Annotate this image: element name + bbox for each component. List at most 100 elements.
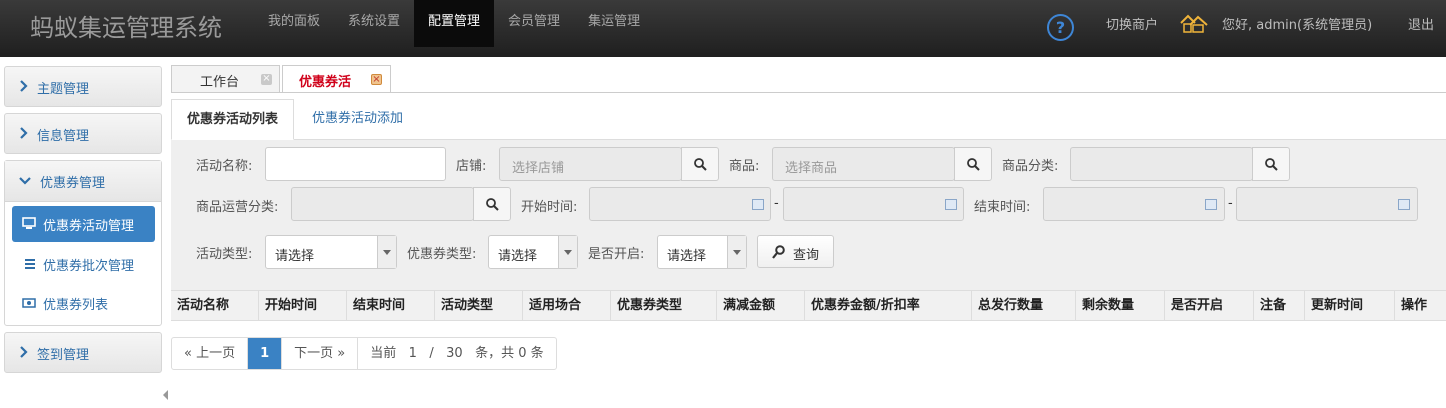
top-navbar: 蚂蚁集运管理系统 我的面板 系统设置 配置管理 会员管理 集运管理 ? 切换商户… — [0, 0, 1446, 57]
sidebar-group-label: 优惠券管理 — [40, 176, 106, 191]
activity-type-select[interactable]: 请选择 — [265, 235, 397, 269]
start-time-label: 开始时间: — [521, 200, 578, 215]
nav-item-consolidation-management[interactable]: 集运管理 — [574, 0, 654, 47]
product-label: 商品: — [729, 159, 760, 174]
column-header: 是否开启 — [1165, 291, 1254, 320]
column-header: 满减金额 — [717, 291, 805, 320]
nav-item-config-management[interactable]: 配置管理 — [414, 0, 495, 47]
logout-link[interactable]: 退出 — [1408, 14, 1434, 33]
chevron-down-icon — [377, 236, 396, 268]
sidebar-group-coupon-header[interactable]: 优惠券管理 — [5, 161, 161, 202]
column-header: 注备 — [1254, 291, 1305, 320]
chevron-down-icon — [727, 236, 746, 268]
column-header: 总发行数量 — [972, 291, 1076, 320]
list-icon — [25, 259, 35, 269]
column-header: 优惠券类型 — [611, 291, 717, 320]
chevron-right-icon — [20, 127, 28, 139]
search-icon — [772, 245, 785, 259]
product-category-search-button[interactable] — [1252, 147, 1290, 181]
sidebar-item-coupon-activity[interactable]: 优惠券活动管理 — [12, 206, 155, 242]
close-icon[interactable]: × — [261, 74, 272, 85]
activity-type-value: 请选择 — [275, 249, 315, 264]
column-header: 活动名称 — [171, 291, 259, 320]
prev-page-button[interactable]: « 上一页 — [172, 338, 249, 369]
main-content: 优惠券活动列表 优惠券活动添加 活动名称: 店铺: 选择店铺 商品: 选择商品 … — [171, 92, 1446, 408]
query-button[interactable]: 查询 — [757, 235, 834, 268]
store-input[interactable]: 选择店铺 — [499, 147, 682, 181]
product-input[interactable]: 选择商品 — [772, 147, 955, 181]
sidebar-item-label: 优惠券批次管理 — [43, 259, 135, 274]
tab-workbench[interactable]: 工作台 × — [171, 65, 280, 92]
column-header: 结束时间 — [347, 291, 435, 320]
chevron-right-icon — [20, 346, 28, 358]
subtab-activity-add[interactable]: 优惠券活动添加 — [297, 99, 418, 140]
coupon-type-value: 请选择 — [498, 249, 538, 264]
ops-category-input[interactable] — [291, 187, 474, 221]
start-time-from-input[interactable] — [589, 187, 771, 221]
nav-item-dashboard[interactable]: 我的面板 — [254, 0, 334, 47]
sub-tabs: 优惠券活动列表 优惠券活动添加 — [171, 99, 1446, 140]
nav-item-system-settings[interactable]: 系统设置 — [334, 0, 414, 47]
search-icon — [1265, 158, 1278, 171]
query-button-label: 查询 — [793, 248, 820, 263]
help-icon[interactable]: ? — [1047, 14, 1074, 41]
filter-panel: 活动名称: 店铺: 选择店铺 商品: 选择商品 商品分类: 商品运营分类: 开始… — [171, 140, 1446, 290]
user-greeting[interactable]: 您好, admin(系统管理员) — [1222, 14, 1372, 33]
is-enabled-value: 请选择 — [667, 249, 707, 264]
calendar-icon[interactable] — [1205, 199, 1217, 210]
ops-category-label: 商品运营分类: — [196, 200, 279, 215]
coupon-type-select[interactable]: 请选择 — [488, 235, 578, 269]
ops-category-search-button[interactable] — [473, 187, 511, 221]
page-info-slash: / — [429, 346, 434, 361]
store-search-button[interactable] — [681, 147, 719, 181]
end-time-from-input[interactable] — [1043, 187, 1225, 221]
subtab-activity-list[interactable]: 优惠券活动列表 — [171, 99, 295, 140]
chevron-down-icon — [19, 177, 31, 185]
home-logo-icon[interactable] — [1180, 13, 1208, 33]
search-icon — [967, 158, 980, 171]
page-info-current: 1 — [408, 346, 417, 361]
main-nav: 我的面板 系统设置 配置管理 会员管理 集运管理 — [254, 0, 654, 47]
sidebar-group-theme[interactable]: 主题管理 — [4, 66, 162, 107]
is-enabled-select[interactable]: 请选择 — [657, 235, 747, 269]
store-placeholder: 选择店铺 — [512, 161, 565, 176]
end-time-to-input[interactable] — [1236, 187, 1418, 221]
sidebar-item-coupon-batch[interactable]: 优惠券批次管理 — [12, 246, 155, 282]
column-header: 活动类型 — [435, 291, 523, 320]
sidebar: 主题管理 信息管理 优惠券管理 优惠券活动管理 优惠券批次管理 优惠券列表 签到… — [0, 57, 167, 408]
close-icon[interactable]: × — [371, 74, 382, 85]
page-1-button[interactable]: 1 — [248, 338, 283, 369]
end-time-label: 结束时间: — [974, 200, 1031, 215]
sidebar-group-coupon: 优惠券管理 优惠券活动管理 优惠券批次管理 优惠券列表 — [4, 160, 162, 326]
page-info-suffix: 条，共 0 条 — [475, 346, 544, 361]
date-separator: - — [774, 196, 779, 211]
switch-merchant-link[interactable]: 切换商户 — [1106, 14, 1158, 33]
sidebar-collapse-icon[interactable] — [163, 390, 168, 400]
product-category-input[interactable] — [1070, 147, 1253, 181]
coupon-type-label: 优惠券类型: — [407, 247, 477, 262]
sidebar-group-label: 主题管理 — [37, 82, 90, 97]
calendar-icon[interactable] — [752, 199, 764, 210]
start-time-to-input[interactable] — [783, 187, 964, 221]
tab-label: 优惠券活 — [299, 75, 352, 90]
activity-type-label: 活动类型: — [196, 247, 253, 262]
app-title: 蚂蚁集运管理系统 — [30, 14, 222, 42]
page-info: 当前 1 / 30 条，共 0 条 — [358, 338, 555, 369]
page-info-prefix: 当前 — [370, 346, 397, 361]
next-page-button[interactable]: 下一页 » — [282, 338, 359, 369]
calendar-icon[interactable] — [1398, 199, 1410, 210]
page-info-size: 30 — [446, 346, 463, 361]
product-placeholder: 选择商品 — [785, 161, 838, 176]
sidebar-group-info[interactable]: 信息管理 — [4, 113, 162, 154]
calendar-icon[interactable] — [945, 199, 957, 210]
is-enabled-label: 是否开启: — [588, 247, 645, 262]
column-header: 优惠券金额/折扣率 — [805, 291, 972, 320]
tab-label: 工作台 — [200, 75, 240, 90]
sidebar-item-coupon-list[interactable]: 优惠券列表 — [12, 285, 155, 321]
product-search-button[interactable] — [954, 147, 992, 181]
chevron-down-icon — [558, 236, 577, 268]
activity-name-input[interactable] — [265, 147, 446, 181]
sidebar-group-checkin[interactable]: 签到管理 — [4, 332, 162, 373]
nav-item-member-management[interactable]: 会员管理 — [494, 0, 574, 47]
tab-coupon-activity[interactable]: 优惠券活 × — [282, 65, 391, 93]
